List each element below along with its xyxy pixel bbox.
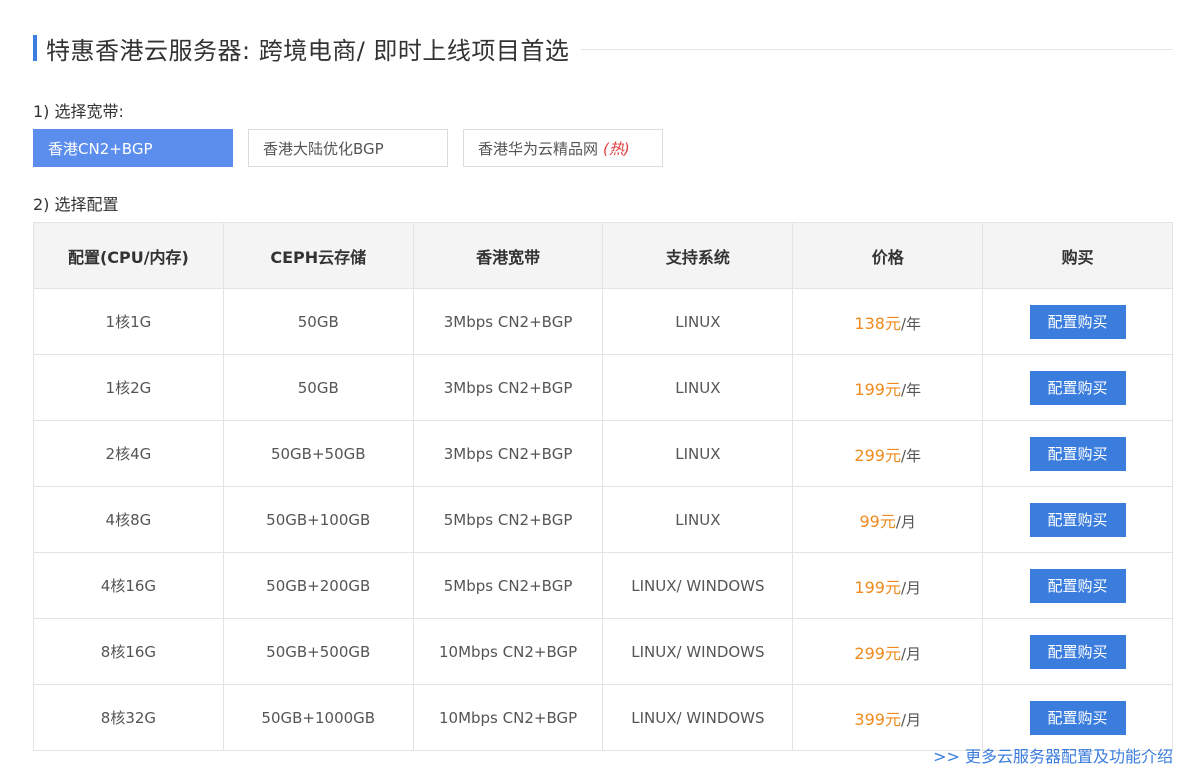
price-period: /年 [900, 446, 922, 465]
cell-cpu-mem: 8核16G [33, 618, 224, 685]
hot-badge: (热) [603, 139, 630, 158]
cell-storage: 50GB+200GB [222, 552, 414, 619]
cell-bandwidth: 10Mbps CN2+BGP [412, 618, 604, 685]
cell-os: LINUX/ WINDOWS [602, 618, 794, 685]
cell-bandwidth: 3Mbps CN2+BGP [412, 420, 604, 487]
tab-label: 香港CN2+BGP [48, 139, 153, 158]
cell-storage: 50GB+500GB [222, 618, 414, 685]
cell-buy: 配置购买 [982, 486, 1173, 553]
buy-button[interactable]: 配置购买 [1029, 568, 1126, 603]
cell-buy: 配置购买 [982, 618, 1173, 685]
price-value: 138元 [854, 313, 901, 333]
buy-button[interactable]: 配置购买 [1029, 502, 1126, 537]
table-row: 8核32G 50GB+1000GB 10Mbps CN2+BGP LINUX/ … [33, 684, 1173, 751]
price-value: 299元 [854, 643, 901, 663]
cell-price: 299元/月 [792, 618, 984, 685]
cell-price: 299元/年 [792, 420, 984, 487]
price-period: /年 [900, 380, 922, 399]
buy-button[interactable]: 配置购买 [1029, 700, 1126, 735]
cell-price: 99元/月 [792, 486, 984, 553]
tab-label: 香港华为云精品网 [478, 139, 599, 158]
table-row: 1核2G 50GB 3Mbps CN2+BGP LINUX 199元/年 配置购… [33, 354, 1173, 421]
cell-buy: 配置购买 [982, 288, 1173, 355]
cell-os: LINUX [602, 354, 794, 421]
price-period: /月 [895, 512, 916, 531]
price-period: /月 [900, 578, 922, 597]
cell-os: LINUX [602, 486, 794, 553]
cell-bandwidth: 5Mbps CN2+BGP [412, 552, 604, 619]
cell-buy: 配置购买 [982, 552, 1173, 619]
section-title-row: 特惠香港云服务器: 跨境电商/ 即时上线项目首选 [33, 30, 1173, 66]
cell-price: 199元/年 [792, 354, 984, 421]
price-value: 199元 [854, 379, 901, 399]
buy-button[interactable]: 配置购买 [1029, 634, 1126, 669]
bandwidth-tabs: 香港CN2+BGP 香港大陆优化BGP 香港华为云精品网 (热) [33, 129, 663, 167]
table-row: 4核16G 50GB+200GB 5Mbps CN2+BGP LINUX/ WI… [33, 552, 1173, 619]
cell-bandwidth: 5Mbps CN2+BGP [412, 486, 604, 553]
price-value: 199元 [854, 577, 901, 597]
price-period: /年 [900, 314, 922, 333]
header-storage: CEPH云存储 [222, 222, 414, 289]
cell-os: LINUX/ WINDOWS [602, 684, 794, 751]
table-row: 8核16G 50GB+500GB 10Mbps CN2+BGP LINUX/ W… [33, 618, 1173, 685]
table-row: 4核8G 50GB+100GB 5Mbps CN2+BGP LINUX 99元/… [33, 486, 1173, 553]
cell-bandwidth: 10Mbps CN2+BGP [412, 684, 604, 751]
cell-cpu-mem: 4核8G [33, 486, 224, 553]
cell-storage: 50GB+1000GB [222, 684, 414, 751]
config-table: 配置(CPU/内存) CEPH云存储 香港宽带 支持系统 价格 购买 1核1G … [33, 222, 1173, 751]
step2-label: 2) 选择配置 [33, 195, 119, 214]
price-value: 399元 [854, 709, 901, 729]
tab-hk-cn2-bgp[interactable]: 香港CN2+BGP [33, 129, 233, 167]
cell-cpu-mem: 2核4G [33, 420, 224, 487]
cell-os: LINUX [602, 420, 794, 487]
price-value: 99元 [859, 511, 896, 531]
cell-cpu-mem: 4核16G [33, 552, 224, 619]
price-period: /月 [900, 644, 922, 663]
price-value: 299元 [854, 445, 901, 465]
cell-storage: 50GB+100GB [222, 486, 414, 553]
table-header-row: 配置(CPU/内存) CEPH云存储 香港宽带 支持系统 价格 购买 [33, 222, 1173, 289]
tab-label: 香港大陆优化BGP [263, 139, 384, 158]
cell-cpu-mem: 1核1G [33, 288, 224, 355]
cell-price: 399元/月 [792, 684, 984, 751]
tab-hk-mainland-optimized-bgp[interactable]: 香港大陆优化BGP [248, 129, 448, 167]
header-buy: 购买 [982, 222, 1173, 289]
step1-label: 1) 选择宽带: [33, 102, 124, 121]
buy-button[interactable]: 配置购买 [1029, 304, 1126, 339]
cell-buy: 配置购买 [982, 684, 1173, 751]
tab-hk-huawei-premium[interactable]: 香港华为云精品网 (热) [463, 129, 663, 167]
cell-storage: 50GB [222, 354, 414, 421]
more-configs-link[interactable]: >> 更多云服务器配置及功能介绍 [933, 743, 1173, 767]
title-divider [581, 48, 1173, 50]
buy-button[interactable]: 配置购买 [1029, 370, 1126, 405]
cell-bandwidth: 3Mbps CN2+BGP [412, 288, 604, 355]
cell-storage: 50GB+50GB [222, 420, 414, 487]
cell-buy: 配置购买 [982, 420, 1173, 487]
cell-storage: 50GB [222, 288, 414, 355]
header-cpu-mem: 配置(CPU/内存) [33, 222, 224, 289]
page-title: 特惠香港云服务器: 跨境电商/ 即时上线项目首选 [46, 36, 570, 65]
table-row: 1核1G 50GB 3Mbps CN2+BGP LINUX 138元/年 配置购… [33, 288, 1173, 355]
table-row: 2核4G 50GB+50GB 3Mbps CN2+BGP LINUX 299元/… [33, 420, 1173, 487]
cell-cpu-mem: 1核2G [33, 354, 224, 421]
cell-price: 199元/月 [792, 552, 984, 619]
cell-price: 138元/年 [792, 288, 984, 355]
buy-button[interactable]: 配置购买 [1029, 436, 1126, 471]
price-period: /月 [900, 710, 922, 729]
header-bandwidth: 香港宽带 [412, 222, 604, 289]
title-accent-bar [33, 35, 37, 61]
cell-os: LINUX [602, 288, 794, 355]
cell-cpu-mem: 8核32G [33, 684, 224, 751]
cell-bandwidth: 3Mbps CN2+BGP [412, 354, 604, 421]
cell-os: LINUX/ WINDOWS [602, 552, 794, 619]
cell-buy: 配置购买 [982, 354, 1173, 421]
header-price: 价格 [792, 222, 984, 289]
header-os: 支持系统 [602, 222, 794, 289]
